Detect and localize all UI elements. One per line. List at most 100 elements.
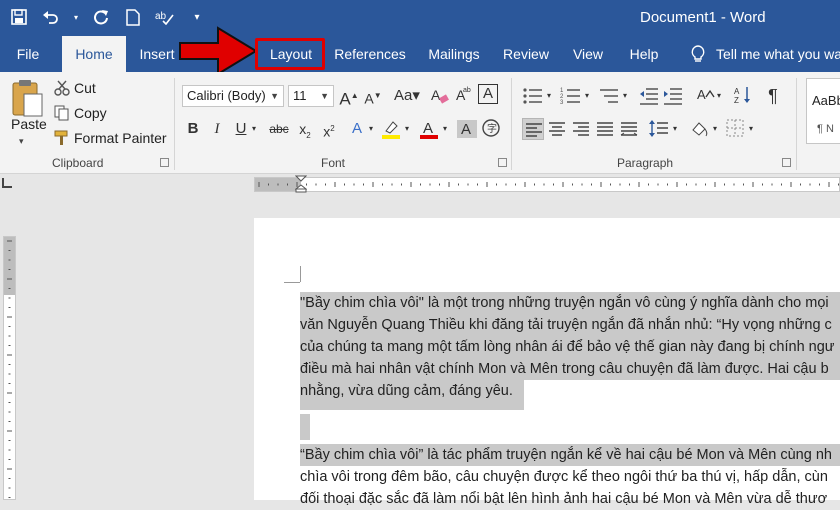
bullets-icon[interactable] (522, 85, 544, 107)
indent-marker-icon[interactable] (294, 175, 308, 198)
font-color-icon[interactable]: A (418, 118, 440, 140)
change-case-icon[interactable]: Aa▾ (392, 85, 422, 107)
font-group-label: Font (321, 156, 346, 170)
chevron-down-icon[interactable]: ▾ (582, 85, 592, 107)
styles-gallery[interactable]: AaBb ¶ N (806, 78, 840, 144)
tab-references[interactable]: References (334, 36, 406, 72)
decrease-indent-icon[interactable] (638, 85, 660, 107)
vertical-ruler[interactable] (3, 236, 16, 500)
undo-dropdown-icon[interactable]: ▾ (72, 6, 80, 28)
font-family-select[interactable]: Calibri (Body) ▼ (182, 85, 284, 107)
svg-text:Z: Z (734, 96, 739, 105)
paste-button[interactable]: Paste (11, 116, 47, 132)
font-launcher-icon[interactable] (498, 158, 507, 167)
tab-help[interactable]: Help (624, 36, 664, 72)
chevron-down-icon[interactable]: ▾ (366, 118, 376, 140)
highlight-color-icon[interactable] (380, 118, 402, 140)
format-painter-icon[interactable] (54, 130, 70, 146)
italic-icon[interactable]: I (206, 118, 228, 140)
save-icon[interactable] (8, 6, 30, 28)
svg-text:A: A (431, 87, 441, 103)
character-border-icon[interactable]: A (478, 84, 498, 104)
tab-view[interactable]: View (568, 36, 608, 72)
increase-indent-icon[interactable] (662, 85, 684, 107)
paragraph-launcher-icon[interactable] (782, 158, 791, 167)
font-size-value: 11 (293, 88, 307, 103)
chevron-down-icon: ▼ (320, 91, 329, 101)
shrink-font-icon[interactable]: A▼ (362, 85, 384, 107)
new-document-icon[interactable] (122, 6, 144, 28)
bold-icon[interactable]: B (182, 118, 204, 140)
tab-review[interactable]: Review (500, 36, 552, 72)
text-line[interactable]: điều mà hai nhân vật chính Mon và Mên tr… (300, 358, 840, 380)
strikethrough-icon[interactable]: abc (266, 118, 292, 140)
align-left-icon[interactable] (522, 118, 544, 140)
copy-button[interactable]: Copy (74, 105, 107, 121)
font-size-select[interactable]: 11 ▼ (288, 85, 334, 107)
cut-button[interactable]: Cut (74, 80, 96, 96)
copy-icon[interactable] (54, 105, 70, 121)
superscript-icon[interactable]: x2 (318, 118, 340, 140)
format-painter-button[interactable]: Format Painter (74, 130, 167, 146)
chevron-down-icon[interactable]: ▾ (620, 85, 630, 107)
ribbon: Paste ▾ Cut Copy Format Painter Clipboar… (0, 72, 840, 174)
text-line[interactable]: “Bầy chim chìa vôi” là tác phẩm truyện n… (300, 444, 840, 466)
align-center-icon[interactable] (546, 118, 568, 140)
horizontal-ruler[interactable] (254, 175, 840, 193)
character-shading-icon[interactable]: A (456, 118, 478, 140)
clear-formatting-icon[interactable]: A (428, 85, 450, 107)
clipboard-launcher-icon[interactable] (160, 158, 169, 167)
subscript-icon[interactable]: x2 (294, 118, 316, 140)
chevron-down-icon[interactable]: ▾ (249, 118, 259, 140)
style-normal-preview: AaBb (812, 93, 840, 108)
chevron-down-icon[interactable]: ▾ (544, 85, 554, 107)
grow-font-icon[interactable]: A▲ (338, 85, 360, 109)
text-line[interactable]: văn Nguyễn Quang Thiều khi đăng tải truy… (300, 314, 840, 336)
redo-icon[interactable] (90, 6, 112, 28)
document-page[interactable]: "Bầy chim chìa vôi" là một trong những t… (254, 218, 840, 507)
multilevel-list-icon[interactable] (598, 85, 620, 107)
distributed-icon[interactable] (618, 118, 640, 140)
enclose-characters-icon[interactable]: 字 (480, 118, 502, 140)
borders-icon[interactable] (724, 118, 746, 140)
align-right-icon[interactable] (570, 118, 592, 140)
tab-file[interactable]: File (8, 36, 48, 72)
numbering-icon[interactable]: 123 (560, 85, 582, 107)
chevron-down-icon[interactable]: ▾ (402, 118, 412, 140)
chevron-down-icon[interactable]: ▾ (670, 118, 680, 140)
tab-insert[interactable]: Insert (132, 36, 182, 72)
window-title: Document1 - Word (640, 9, 766, 26)
text-effects-icon[interactable]: A (346, 118, 368, 140)
style-normal-label: ¶ N (817, 123, 834, 135)
line-spacing-icon[interactable] (648, 118, 670, 140)
tab-home[interactable]: Home (62, 36, 126, 72)
chevron-down-icon[interactable]: ▾ (710, 118, 720, 140)
chevron-down-icon[interactable]: ▾ (440, 118, 450, 140)
asian-layout-icon[interactable]: A (694, 85, 716, 107)
paste-dropdown-icon[interactable]: ▾ (19, 136, 24, 147)
phonetic-guide-icon[interactable]: Aab (452, 85, 474, 107)
cut-icon[interactable] (54, 80, 70, 96)
lightbulb-icon[interactable] (686, 36, 710, 72)
undo-icon[interactable] (40, 6, 62, 28)
clipboard-group-label: Clipboard (52, 156, 104, 170)
selection-gap (300, 402, 524, 410)
text-line[interactable]: nhằng, vừa dũng cảm, đáng yêu. (300, 380, 524, 402)
tell-me-search[interactable]: Tell me what you wa (716, 36, 840, 72)
svg-text:ab: ab (155, 11, 167, 22)
paragraph-shading-icon[interactable] (688, 118, 710, 140)
tab-selector-icon[interactable] (2, 178, 12, 188)
sort-icon[interactable]: AZ (732, 85, 754, 107)
chevron-down-icon[interactable]: ▾ (714, 85, 724, 107)
text-line[interactable]: của chúng ta mang một tấm lòng nhân ái đ… (300, 336, 840, 358)
ruler-ticks (258, 182, 839, 187)
justify-icon[interactable] (594, 118, 616, 140)
spelling-icon[interactable]: ab (154, 6, 176, 28)
tab-mailings[interactable]: Mailings (424, 36, 484, 72)
text-line[interactable]: chìa vôi trong đêm bão, câu chuyện được … (300, 466, 840, 488)
text-line[interactable]: đối thoại đặc sắc đã làm nổi bật lên hìn… (300, 488, 840, 510)
show-formatting-marks-icon[interactable]: ¶ (762, 85, 784, 107)
chevron-down-icon[interactable]: ▾ (746, 118, 756, 140)
text-line[interactable]: "Bầy chim chìa vôi" là một trong những t… (300, 292, 840, 314)
empty-paragraph[interactable] (300, 414, 310, 440)
